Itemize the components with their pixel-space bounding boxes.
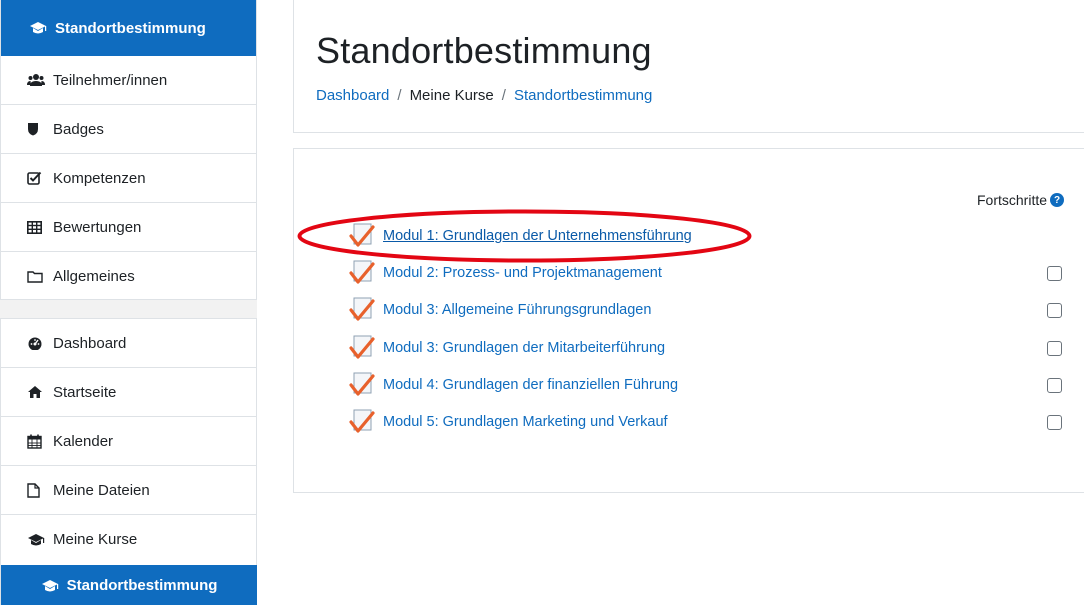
graduation-cap-icon <box>27 533 49 547</box>
shield-icon <box>27 122 49 136</box>
breadcrumb: Dashboard / Meine Kurse / Standortbestim… <box>316 87 652 104</box>
module-row: Modul 2: Prozess- und Projektmanagement <box>349 258 1084 288</box>
sidebar-item-label: Teilnehmer/innen <box>53 71 168 89</box>
sidebar-item-label: Kalender <box>53 432 114 450</box>
assignment-check-icon <box>349 297 375 321</box>
site-nav: Dashboard Startseite Kalender Meine Date… <box>0 318 257 605</box>
module-link[interactable]: Modul 1: Grundlagen der Unternehmensführ… <box>383 228 692 244</box>
sidebar-item-label: Badges <box>53 120 104 138</box>
help-icon[interactable]: ? <box>1050 193 1065 207</box>
sidebar-item-label: Dashboard <box>53 334 127 352</box>
completion-checkbox[interactable] <box>1047 341 1062 356</box>
sidebar-item-general[interactable]: Allgemeines <box>1 252 256 301</box>
module-link[interactable]: Modul 3: Grundlagen der Mitarbeiterführu… <box>383 340 665 356</box>
sidebar-item-active-course[interactable]: Standortbestimmung <box>1 565 257 605</box>
sidebar-item-badges[interactable]: Badges <box>1 105 256 154</box>
sidebar-item-home[interactable]: Startseite <box>1 368 256 417</box>
table-icon <box>27 220 49 234</box>
assignment-check-icon <box>349 335 375 359</box>
sidebar-item-label: Bewertungen <box>53 218 142 236</box>
breadcrumb-separator: / <box>501 87 506 104</box>
breadcrumb-course-link[interactable]: Standortbestimmung <box>514 87 652 104</box>
sidebar-item-dashboard[interactable]: Dashboard <box>1 319 256 368</box>
module-row: Modul 3: Grundlagen der Mitarbeiterführu… <box>349 333 1084 363</box>
sidebar-item-my-files[interactable]: Meine Dateien <box>1 466 256 515</box>
sidebar-item-calendar[interactable]: Kalender <box>1 417 256 466</box>
assignment-check-icon <box>349 223 375 247</box>
sidebar-item-label: Allgemeines <box>53 268 135 285</box>
checked-box-icon <box>27 171 49 185</box>
home-icon <box>27 385 49 399</box>
module-link[interactable]: Modul 4: Grundlagen der finanziellen Füh… <box>383 377 678 393</box>
breadcrumb-separator: / <box>397 87 402 104</box>
sidebar-item-grades[interactable]: Bewertungen <box>1 203 256 252</box>
assignment-check-icon <box>349 409 375 433</box>
sidebar-item-competencies[interactable]: Kompetenzen <box>1 154 256 203</box>
module-row: Modul 1: Grundlagen der Unternehmensführ… <box>349 221 1084 251</box>
graduation-cap-icon <box>29 21 51 35</box>
completion-checkbox[interactable] <box>1047 378 1062 393</box>
completion-checkbox[interactable] <box>1047 266 1062 281</box>
module-link[interactable]: Modul 5: Grundlagen Marketing und Verkau… <box>383 414 668 430</box>
page-header: Standortbestimmung Dashboard / Meine Kur… <box>293 0 1084 133</box>
course-nav: Standortbestimmung Teilnehmer/innen Badg… <box>0 0 257 300</box>
sidebar-item-course-title[interactable]: Standortbestimmung <box>1 0 256 56</box>
sidebar-item-label: Standortbestimmung <box>55 19 206 37</box>
sidebar-item-participants[interactable]: Teilnehmer/innen <box>1 56 256 105</box>
completion-checkbox[interactable] <box>1047 303 1062 318</box>
module-link[interactable]: Modul 3: Allgemeine Führungsgrundlagen <box>383 302 651 318</box>
assignment-check-icon <box>349 260 375 284</box>
assignment-check-icon <box>349 372 375 396</box>
graduation-cap-icon <box>41 579 63 593</box>
sidebar-item-label: Startseite <box>53 383 117 401</box>
sidebar-item-label: Kompetenzen <box>53 169 146 187</box>
dashboard-icon <box>27 336 49 350</box>
module-link[interactable]: Modul 2: Prozess- und Projektmanagement <box>383 265 662 281</box>
course-content: Fortschritte ? Modul 1: Grundlagen der U… <box>293 148 1084 493</box>
completion-checkbox[interactable] <box>1047 415 1062 430</box>
progress-label: Fortschritte <box>977 192 1048 208</box>
folder-icon <box>27 270 49 283</box>
sidebar-item-label: Meine Dateien <box>53 481 150 499</box>
file-icon <box>27 482 49 498</box>
calendar-icon <box>27 434 49 449</box>
users-icon <box>27 73 49 87</box>
breadcrumb-dashboard-link[interactable]: Dashboard <box>316 87 389 104</box>
sidebar-item-my-courses[interactable]: Meine Kurse <box>1 515 256 564</box>
progress-header: Fortschritte ? <box>977 192 1065 208</box>
module-row: Modul 5: Grundlagen Marketing und Verkau… <box>349 407 1084 437</box>
sidebar-item-label: Standortbestimmung <box>66 577 218 594</box>
sidebar: Standortbestimmung Teilnehmer/innen Badg… <box>0 0 257 605</box>
module-row: Modul 3: Allgemeine Führungsgrundlagen <box>349 295 1084 325</box>
sidebar-item-label: Meine Kurse <box>53 531 138 548</box>
breadcrumb-my-courses: Meine Kurse <box>409 87 494 104</box>
page-title: Standortbestimmung <box>316 30 652 71</box>
module-row: Modul 4: Grundlagen der finanziellen Füh… <box>349 370 1084 400</box>
